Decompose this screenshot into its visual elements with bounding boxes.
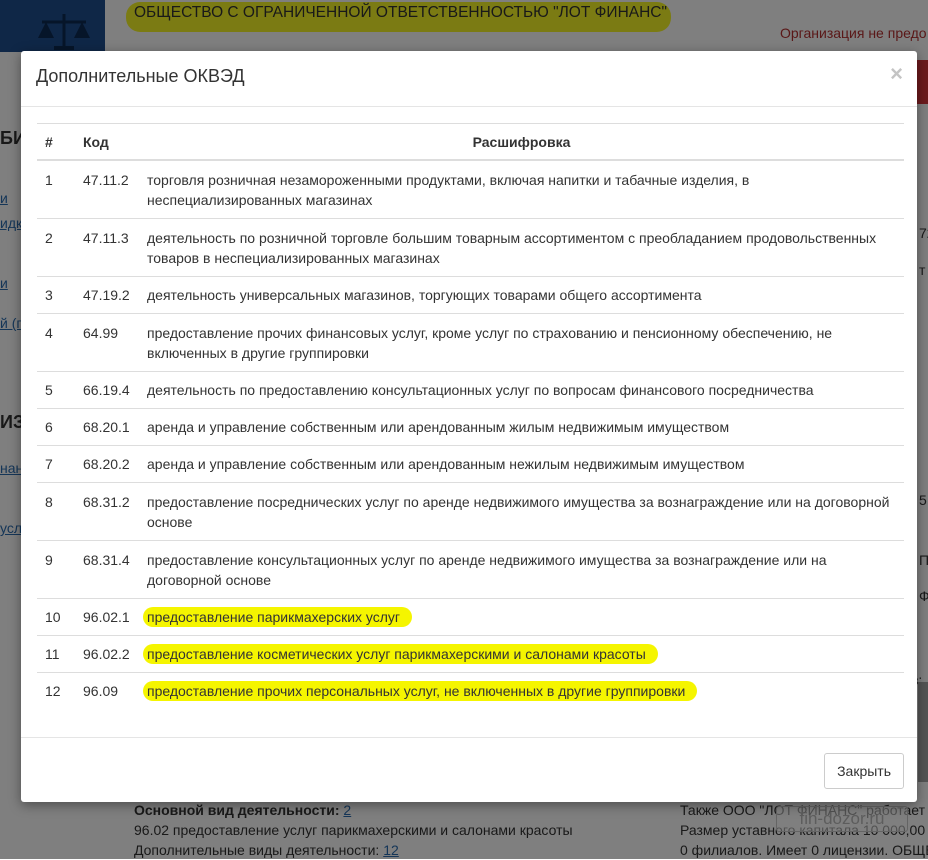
close-button[interactable]: Закрыть [824, 753, 904, 789]
okved-code: 47.19.2 [75, 276, 139, 314]
okved-description: предоставление косметических услуг парик… [139, 635, 904, 673]
column-header-num: # [37, 123, 75, 161]
table-header-row: # Код Расшифровка [37, 123, 904, 161]
row-number: 10 [37, 598, 75, 636]
okved-description: торговля розничная незамороженными проду… [139, 159, 904, 219]
okved-description: предоставление парикмахерских услуг [139, 598, 904, 636]
close-icon[interactable]: × [890, 63, 903, 85]
row-number: 1 [37, 159, 75, 219]
row-number: 4 [37, 313, 75, 372]
okved-description: деятельность по розничной торговле больш… [139, 218, 904, 277]
okved-code: 66.19.4 [75, 371, 139, 409]
highlighted-desc: предоставление парикмахерских услуг [143, 607, 413, 627]
okved-description: предоставление прочих финансовых услуг, … [139, 313, 904, 372]
table-row: 1 47.11.2 торговля розничная незамороженны… [37, 159, 904, 219]
table-row: 4 64.99 предоставление прочих финансовых у… [37, 313, 904, 372]
okved-description: деятельность универсальных магазинов, то… [139, 276, 904, 314]
okved-description: аренда и управление собственным или арен… [139, 445, 904, 483]
row-number: 3 [37, 276, 75, 314]
table-row: 2 47.11.3 деятельность по розничной торгов… [37, 218, 904, 277]
table-row: 12 96.09 предоставление прочих персональны… [37, 672, 904, 709]
okved-code: 96.09 [75, 672, 139, 709]
table-row: 6 68.20.1 аренда и управление собственным … [37, 408, 904, 446]
highlighted-desc: предоставление косметических услуг парик… [143, 644, 658, 664]
table-row: 8 68.31.2 предоставление посреднических ус… [37, 482, 904, 541]
modal-title: Дополнительные ОКВЭД [36, 66, 245, 86]
okved-description: предоставление посреднических услуг по а… [139, 482, 904, 541]
highlighted-desc: предоставление прочих персональных услуг… [143, 681, 698, 701]
row-number: 6 [37, 408, 75, 446]
row-number: 11 [37, 635, 75, 673]
okved-code: 68.31.2 [75, 482, 139, 541]
okved-description: предоставление консультационных услуг по… [139, 540, 904, 599]
table-row: 10 96.02.1 предоставление парикмахерских у… [37, 598, 904, 636]
okved-modal: Дополнительные ОКВЭД × # Код Расшифровка… [21, 51, 917, 802]
okved-table-wrapper: # Код Расшифровка 1 47.11.2 торговля розни… [37, 123, 904, 709]
modal-footer: Закрыть [21, 737, 917, 802]
column-header-code: Код [75, 123, 139, 161]
table-row: 9 68.31.4 предоставление консультационных … [37, 540, 904, 599]
okved-code: 64.99 [75, 313, 139, 372]
okved-code: 47.11.2 [75, 159, 139, 219]
table-row: 3 47.19.2 деятельность универсальных магаз… [37, 276, 904, 314]
row-number: 5 [37, 371, 75, 409]
modal-header: Дополнительные ОКВЭД × [21, 51, 917, 107]
okved-code: 68.20.1 [75, 408, 139, 446]
okved-description: деятельность по предоставлению консульта… [139, 371, 904, 409]
table-row: 11 96.02.2 предоставление косметических ус… [37, 635, 904, 673]
row-number: 12 [37, 672, 75, 709]
okved-description: аренда и управление собственным или арен… [139, 408, 904, 446]
okved-code: 96.02.1 [75, 598, 139, 636]
okved-code: 96.02.2 [75, 635, 139, 673]
row-number: 2 [37, 218, 75, 277]
okved-code: 68.31.4 [75, 540, 139, 599]
okved-code: 47.11.3 [75, 218, 139, 277]
row-number: 7 [37, 445, 75, 483]
row-number: 8 [37, 482, 75, 541]
row-number: 9 [37, 540, 75, 599]
column-header-desc: Расшифровка [139, 123, 904, 161]
table-row: 5 66.19.4 деятельность по предоставлению к… [37, 371, 904, 409]
okved-description: предоставление прочих персональных услуг… [139, 672, 904, 709]
okved-table: # Код Расшифровка 1 47.11.2 торговля розни… [37, 123, 904, 709]
table-row: 7 68.20.2 аренда и управление собственным … [37, 445, 904, 483]
okved-code: 68.20.2 [75, 445, 139, 483]
okved-table-body: 1 47.11.2 торговля розничная незамороженны… [37, 159, 904, 709]
